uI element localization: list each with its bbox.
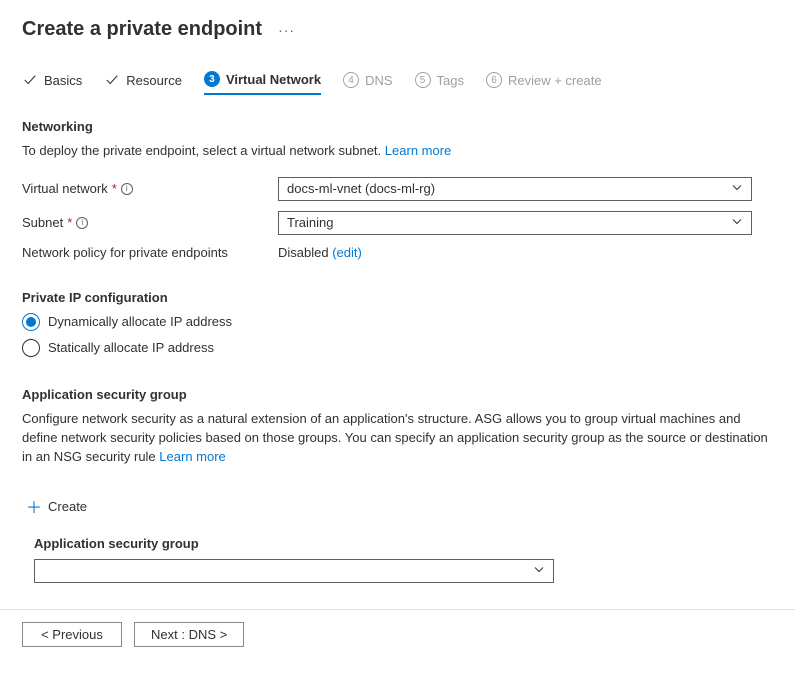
learn-more-link[interactable]: Learn more <box>385 143 451 158</box>
tab-label: Virtual Network <box>226 72 321 87</box>
previous-button[interactable]: < Previous <box>22 622 122 647</box>
tab-label: Resource <box>126 73 182 88</box>
step-number-icon: 4 <box>343 72 359 88</box>
wizard-footer: < Previous Next : DNS > <box>0 609 795 659</box>
tab-resource[interactable]: Resource <box>104 72 182 94</box>
info-icon[interactable]: i <box>121 183 133 195</box>
learn-more-link[interactable]: Learn more <box>159 449 225 464</box>
page-title: Create a private endpoint <box>22 18 262 41</box>
subnet-label: Subnet * i <box>22 215 278 230</box>
chevron-down-icon <box>731 181 743 196</box>
network-policy-value: Disabled (edit) <box>278 245 362 260</box>
radio-label: Statically allocate IP address <box>48 340 214 355</box>
radio-icon <box>22 339 40 357</box>
vnet-select[interactable]: docs-ml-vnet (docs-ml-rg) <box>278 177 752 201</box>
more-icon[interactable]: ··· <box>278 22 295 38</box>
tab-tags[interactable]: 5 Tags <box>415 72 464 94</box>
text: Disabled <box>278 245 329 260</box>
wizard-tabs: Basics Resource 3 Virtual Network 4 DNS … <box>22 71 773 95</box>
asg-select[interactable] <box>34 559 554 583</box>
section-ip-title: Private IP configuration <box>22 290 773 305</box>
section-asg-title: Application security group <box>22 387 773 402</box>
tab-dns[interactable]: 4 DNS <box>343 72 392 94</box>
text: To deploy the private endpoint, select a… <box>22 143 381 158</box>
section-networking-title: Networking <box>22 119 773 134</box>
check-icon <box>22 72 38 88</box>
network-policy-label: Network policy for private endpoints <box>22 245 278 260</box>
required-asterisk-icon: * <box>67 215 72 230</box>
subnet-select[interactable]: Training <box>278 211 752 235</box>
step-number-icon: 3 <box>204 71 220 87</box>
label-text: Virtual network <box>22 181 108 196</box>
chevron-down-icon <box>533 564 545 579</box>
plus-icon: ＋ <box>26 494 42 518</box>
next-button[interactable]: Next : DNS > <box>134 622 244 647</box>
tab-basics[interactable]: Basics <box>22 72 82 94</box>
required-asterisk-icon: * <box>112 181 117 196</box>
tab-label: DNS <box>365 73 392 88</box>
tab-virtual-network[interactable]: 3 Virtual Network <box>204 71 321 95</box>
tab-review-create[interactable]: 6 Review + create <box>486 72 602 94</box>
edit-link[interactable]: (edit) <box>332 245 362 260</box>
tab-label: Basics <box>44 73 82 88</box>
radio-icon <box>22 313 40 331</box>
step-number-icon: 5 <box>415 72 431 88</box>
radio-label: Dynamically allocate IP address <box>48 314 232 329</box>
label-text: Network policy for private endpoints <box>22 245 228 260</box>
select-value: Training <box>287 215 333 230</box>
asg-desc: Configure network security as a natural … <box>22 410 773 467</box>
label-text: Subnet <box>22 215 63 230</box>
radio-dynamic[interactable]: Dynamically allocate IP address <box>22 313 773 331</box>
vnet-label: Virtual network * i <box>22 181 278 196</box>
step-number-icon: 6 <box>486 72 502 88</box>
select-value: docs-ml-vnet (docs-ml-rg) <box>287 181 435 196</box>
radio-static[interactable]: Statically allocate IP address <box>22 339 773 357</box>
info-icon[interactable]: i <box>76 217 88 229</box>
text: Configure network security as a natural … <box>22 411 768 464</box>
tab-label: Review + create <box>508 73 602 88</box>
create-button[interactable]: ＋ Create <box>26 494 87 518</box>
networking-desc: To deploy the private endpoint, select a… <box>22 142 773 161</box>
check-icon <box>104 72 120 88</box>
tab-label: Tags <box>437 73 464 88</box>
chevron-down-icon <box>731 215 743 230</box>
asg-column-header: Application security group <box>34 536 773 551</box>
button-label: Create <box>48 499 87 514</box>
